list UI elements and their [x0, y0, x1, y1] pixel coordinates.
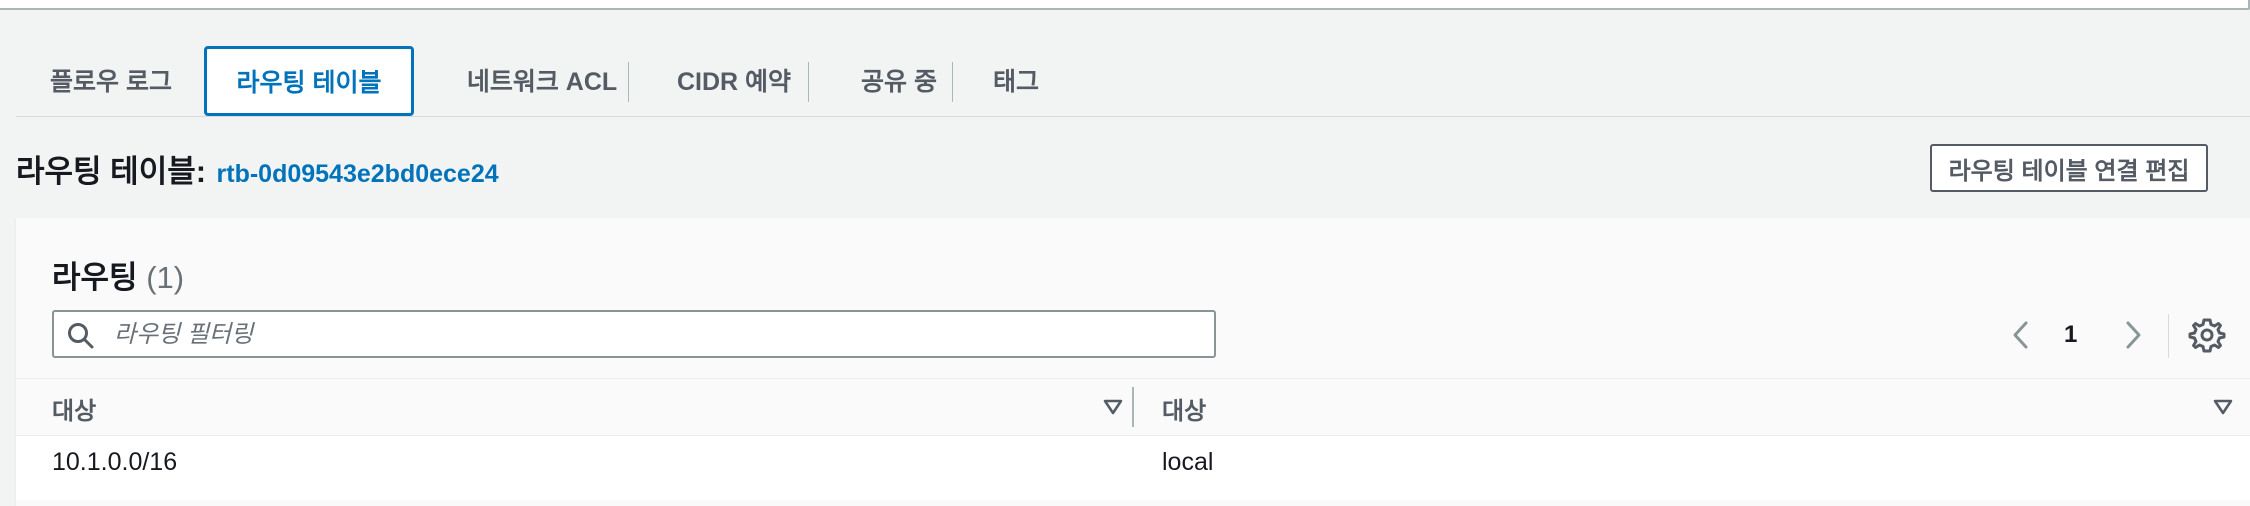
edit-route-table-association-button[interactable]: 라우팅 테이블 연결 편집: [1930, 144, 2208, 192]
tab-separator: [808, 62, 809, 102]
tab-network-acl[interactable]: 네트워크 ACL: [442, 46, 642, 114]
tab-separator: [628, 62, 629, 102]
route-filter-input[interactable]: [112, 312, 1206, 358]
tab-flow-logs[interactable]: 플로우 로그: [36, 46, 186, 114]
chevron-left-icon[interactable]: [2006, 318, 2036, 352]
search-icon: [68, 323, 94, 349]
tab-route-tables[interactable]: 라우팅 테이블: [204, 46, 414, 116]
tab-sharing[interactable]: 공유 중: [834, 46, 964, 114]
tab-bar: 플로우 로그 라우팅 테이블 네트워크 ACL CIDR 예약 공유 중 태그: [16, 46, 2250, 117]
section-title: 라우팅 테이블:: [16, 154, 207, 189]
routes-panel: 라우팅 (1) 1 대상 대상 10.1.0.0/16 local: [16, 218, 2250, 506]
route-table-id-link[interactable]: rtb-0d09543e2bd0ece24: [217, 160, 499, 188]
sort-caret-down-icon[interactable]: [1102, 397, 1124, 417]
pager-divider: [2168, 314, 2169, 358]
tab-cidr-reservations[interactable]: CIDR 예약: [654, 46, 814, 114]
column-divider[interactable]: [1132, 387, 1134, 427]
page-number[interactable]: 1: [2064, 321, 2077, 349]
top-panel-edge: [0, 0, 2250, 10]
routes-count: (1): [146, 260, 185, 295]
table-row[interactable]: 10.1.0.0/16 local: [16, 436, 2250, 500]
route-filter-box: [52, 310, 1216, 358]
routes-title-text: 라우팅: [52, 260, 138, 295]
tab-separator: [952, 62, 953, 102]
settings-gear-icon[interactable]: [2188, 316, 2226, 354]
column-header-target[interactable]: 대상: [1162, 391, 1206, 426]
routes-title: 라우팅 (1): [52, 252, 184, 297]
column-header-destination[interactable]: 대상: [52, 391, 96, 426]
route-target: local: [1162, 448, 1214, 476]
sort-caret-down-icon[interactable]: [2212, 397, 2234, 417]
table-header: 대상 대상: [16, 378, 2250, 436]
route-table-header: 라우팅 테이블: rtb-0d09543e2bd0ece24: [16, 146, 499, 191]
route-destination: 10.1.0.0/16: [52, 448, 178, 476]
chevron-right-icon[interactable]: [2118, 318, 2148, 352]
tab-tags[interactable]: 태그: [976, 46, 1056, 114]
